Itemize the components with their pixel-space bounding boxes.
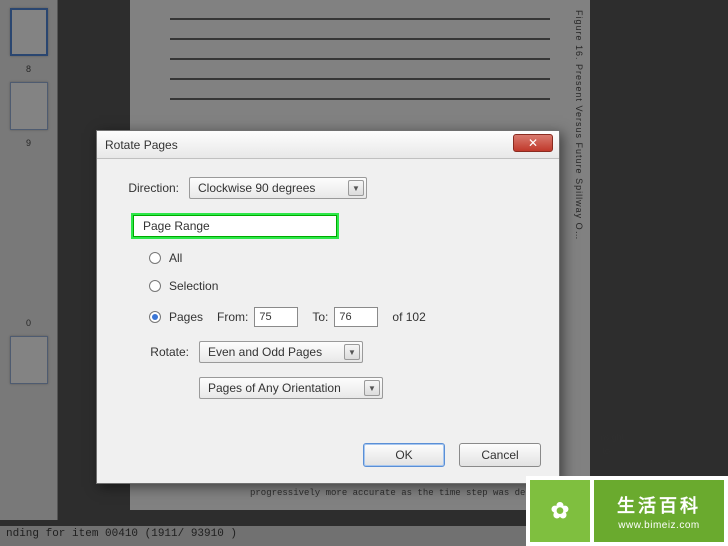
direction-dropdown[interactable]: Clockwise 90 degrees ▼ xyxy=(189,177,367,199)
direction-label: Direction: xyxy=(119,181,189,195)
rotate-pages-filter-dropdown[interactable]: Even and Odd Pages ▼ xyxy=(199,341,363,363)
page-range-group-label: Page Range xyxy=(131,213,339,239)
close-icon: ✕ xyxy=(528,136,538,150)
document-side-text: insight l to xyxy=(598,430,624,459)
of-total-label: of 102 xyxy=(392,310,425,324)
radio-all[interactable] xyxy=(149,252,161,264)
page-thumbnail[interactable] xyxy=(10,82,48,130)
direction-value: Clockwise 90 degrees xyxy=(198,181,315,195)
thumb-page-number: 9 xyxy=(0,138,57,148)
dialog-title-text: Rotate Pages xyxy=(105,138,178,152)
radio-pages[interactable] xyxy=(149,311,161,323)
chevron-down-icon: ▼ xyxy=(348,180,364,196)
cancel-button[interactable]: Cancel xyxy=(459,443,541,467)
rotate-label: Rotate: xyxy=(119,345,199,359)
radio-selection-label: Selection xyxy=(169,279,218,293)
from-label: From: xyxy=(217,310,248,324)
rotate-combo2-value: Pages of Any Orientation xyxy=(208,381,341,395)
to-input[interactable]: 76 xyxy=(334,307,378,327)
thumb-page-number: 0 xyxy=(0,318,57,328)
page-thumbnail[interactable] xyxy=(10,336,48,384)
close-button[interactable]: ✕ xyxy=(513,134,553,152)
graph-line xyxy=(170,78,550,80)
ok-button[interactable]: OK xyxy=(363,443,445,467)
to-label: To: xyxy=(312,310,328,324)
chevron-down-icon: ▼ xyxy=(344,344,360,360)
watermark-icon: ✿ xyxy=(526,476,590,546)
rotate-pages-dialog: Rotate Pages ✕ Direction: Clockwise 90 d… xyxy=(96,130,560,484)
rotate-orientation-filter-dropdown[interactable]: Pages of Any Orientation ▼ xyxy=(199,377,383,399)
page-thumbnail[interactable] xyxy=(10,8,48,56)
radio-pages-label: Pages xyxy=(169,310,203,324)
graph-line xyxy=(170,58,550,60)
watermark-text: 生活百科 www.bimeiz.com xyxy=(590,476,728,546)
radio-selection-row[interactable]: Selection xyxy=(149,279,537,293)
graph-line xyxy=(170,18,550,20)
radio-all-row[interactable]: All xyxy=(149,251,537,265)
graph-line xyxy=(170,38,550,40)
watermark: ✿ 生活百科 www.bimeiz.com xyxy=(526,476,728,546)
figure-caption-vertical: Figure 16. Present Versus Future Spillwa… xyxy=(574,10,584,241)
dialog-titlebar[interactable]: Rotate Pages ✕ xyxy=(97,131,559,159)
radio-selection[interactable] xyxy=(149,280,161,292)
rotate-combo1-value: Even and Odd Pages xyxy=(208,345,322,359)
radio-all-label: All xyxy=(169,251,182,265)
from-input[interactable]: 75 xyxy=(254,307,298,327)
chevron-down-icon: ▼ xyxy=(364,380,380,396)
graph-line xyxy=(170,98,550,100)
thumb-page-number: 8 xyxy=(0,64,57,74)
thumbnail-panel[interactable]: 8 9 0 xyxy=(0,0,58,520)
radio-pages-row[interactable]: Pages From: 75 To: 76 of 102 xyxy=(149,307,537,327)
